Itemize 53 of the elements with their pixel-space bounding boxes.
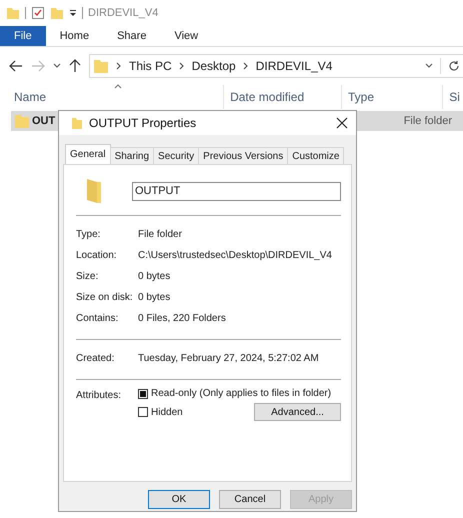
breadcrumb[interactable]: Desktop: [192, 59, 236, 73]
dialog-tab[interactable]: General: [65, 144, 111, 164]
property-value: C:\Users\trustedsec\Desktop\DIRDEVIL_V4: [138, 250, 332, 261]
column-header[interactable]: Si: [443, 85, 463, 109]
window-title: DIRDEVIL_V4: [88, 7, 158, 19]
property-value: Tuesday, February 27, 2024, 5:27:02 AM: [138, 353, 319, 364]
folder-icon: [93, 58, 109, 74]
column-header[interactable]: Type: [342, 85, 444, 109]
close-icon[interactable]: [336, 117, 348, 129]
sort-caret-icon: [114, 84, 122, 89]
folder-icon: [71, 116, 83, 130]
chevron-down-icon[interactable]: [425, 63, 433, 69]
address-bar[interactable]: This PC Desktop DIRDEVIL_V4: [89, 54, 463, 78]
checkbox[interactable]: [138, 407, 148, 417]
property-value: 0 bytes: [138, 292, 170, 303]
dialog-title: OUTPUT Properties: [89, 116, 196, 130]
checkbox-label: Hidden: [151, 406, 183, 418]
column-header[interactable]: Date modified: [224, 85, 342, 109]
advanced-button[interactable]: Advanced...: [254, 403, 341, 421]
breadcrumb[interactable]: DIRDEVIL_V4: [256, 59, 332, 73]
properties-icon[interactable]: [31, 6, 45, 20]
property-label: Attributes:: [76, 389, 122, 403]
up-arrow-icon[interactable]: [69, 59, 81, 73]
property-label: Contains:: [76, 313, 120, 324]
checkbox-label: Read-only (Only applies to files in folder): [151, 388, 332, 399]
property-label: Size:: [76, 271, 100, 282]
property-value: 0 Files, 220 Folders: [138, 313, 226, 324]
checkbox[interactable]: [138, 388, 148, 398]
dialog-tab[interactable]: Sharing: [110, 147, 154, 164]
property-value: File folder: [138, 229, 182, 240]
dropdown-icon[interactable]: [69, 9, 77, 17]
refresh-icon[interactable]: [448, 60, 460, 72]
column-header[interactable]: Name: [0, 85, 224, 109]
chevron-right-icon: [116, 62, 122, 70]
property-label: Size on disk:: [76, 292, 134, 303]
chevron-right-icon: [178, 62, 185, 70]
property-label: Location:: [76, 250, 118, 261]
property-label: Created:: [76, 353, 116, 364]
name-field[interactable]: OUTPUT: [132, 182, 341, 200]
chevron-right-icon: [242, 62, 249, 70]
property-value: 0 bytes: [138, 271, 170, 282]
ribbon-tab[interactable]: File: [0, 26, 46, 46]
dialog-button[interactable]: OK: [148, 490, 210, 509]
property-label: Type:: [76, 229, 102, 240]
dialog-tab[interactable]: Security: [153, 147, 200, 164]
chevron-down-icon[interactable]: [53, 63, 61, 69]
file-name: OUT: [32, 115, 56, 127]
breadcrumb[interactable]: This PC: [129, 59, 172, 73]
back-arrow-icon[interactable]: [9, 60, 23, 72]
dialog-tab[interactable]: Customize: [287, 147, 344, 164]
dialog-button[interactable]: Cancel: [219, 490, 281, 509]
folder-icon: [14, 113, 30, 129]
file-type: File folder: [404, 115, 452, 127]
